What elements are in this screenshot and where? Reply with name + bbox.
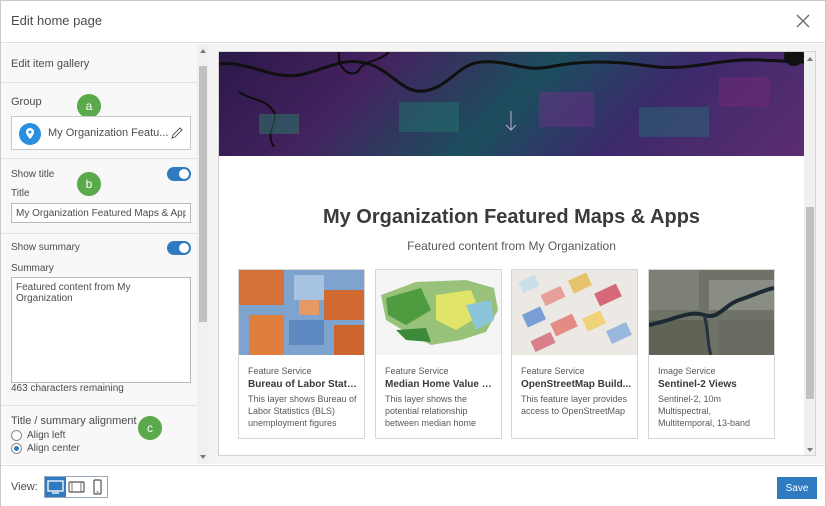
gallery-card[interactable]: Feature Service Median Home Value a... T…	[375, 269, 502, 439]
desktop-icon	[47, 480, 64, 494]
phone-view-button[interactable]	[87, 477, 108, 497]
align-center-label: Align center	[27, 443, 80, 454]
group-label: Group	[11, 96, 42, 108]
characters-remaining: 463 characters remaining	[11, 383, 124, 394]
radio-button-selected[interactable]	[11, 443, 22, 454]
divider	[1, 233, 197, 234]
title-input[interactable]	[11, 203, 191, 223]
callout-badge-c: c	[138, 416, 162, 440]
show-title-label: Show title	[11, 169, 55, 180]
card-type: Feature Service	[385, 366, 449, 376]
card-type: Feature Service	[248, 366, 312, 376]
scroll-down-arrow-icon[interactable]	[200, 455, 206, 459]
card-name[interactable]: Median Home Value a...	[385, 379, 495, 390]
show-summary-toggle[interactable]	[167, 241, 191, 255]
view-label: View:	[11, 481, 38, 493]
group-selector[interactable]: My Organization Featu...	[11, 116, 191, 150]
settings-panel: Edit item gallery Group a My Organizatio…	[1, 44, 209, 464]
phone-icon	[93, 479, 102, 495]
card-thumbnail	[239, 270, 364, 355]
gallery-card[interactable]: Image Service Sentinel-2 Views Sentinel-…	[648, 269, 775, 439]
pencil-icon[interactable]	[170, 126, 184, 140]
show-summary-label: Show summary	[11, 242, 80, 253]
panel-scrollbar[interactable]	[197, 44, 209, 464]
card-description: Sentinel-2, 10m Multispectral, Multitemp…	[658, 394, 751, 428]
radio-button[interactable]	[11, 430, 22, 441]
scroll-down-arrow-icon[interactable]	[807, 448, 813, 452]
align-left-label: Align left	[27, 430, 66, 441]
gallery-card[interactable]: Feature Service Bureau of Labor Statis..…	[238, 269, 365, 439]
gallery-title: My Organization Featured Maps & Apps	[322, 206, 701, 228]
desktop-view-button[interactable]	[45, 477, 66, 497]
callout-badge-b: b	[77, 172, 101, 196]
preview-scrollbar[interactable]	[804, 52, 815, 455]
gallery-subtitle: Featured content from My Organization	[407, 239, 616, 253]
card-name[interactable]: OpenStreetMap Build...	[521, 379, 631, 390]
card-thumbnail	[376, 270, 501, 355]
card-name[interactable]: Bureau of Labor Statis...	[248, 379, 358, 390]
save-button[interactable]: Save	[777, 477, 817, 499]
section-title: Edit item gallery	[11, 58, 90, 70]
card-thumbnail	[512, 270, 637, 355]
home-page-preview: My Organization Featured Maps & Apps Fea…	[218, 51, 816, 456]
scroll-up-arrow-icon[interactable]	[200, 49, 206, 53]
divider	[1, 82, 197, 83]
scroll-thumb[interactable]	[199, 66, 207, 322]
tablet-view-button[interactable]	[66, 477, 87, 497]
view-mode-selector	[44, 476, 108, 498]
group-icon	[19, 123, 41, 145]
dialog-header: Edit home page	[1, 1, 825, 43]
summary-textarea[interactable]: Featured content from My Organization	[11, 277, 191, 383]
title-label: Title	[11, 188, 30, 199]
alignment-label: Title / summary alignment	[11, 415, 137, 427]
edit-home-page-dialog: Edit home page Edit item gallery Group a…	[0, 0, 826, 506]
tablet-icon	[68, 481, 85, 493]
scroll-up-arrow-icon[interactable]	[807, 57, 813, 61]
scroll-thumb[interactable]	[806, 207, 814, 399]
gallery-card[interactable]: Feature Service OpenStreetMap Build... T…	[511, 269, 638, 439]
arrow-down-icon[interactable]	[505, 110, 517, 132]
dialog-title: Edit home page	[11, 13, 103, 28]
show-title-toggle[interactable]	[167, 167, 191, 181]
hero-map-image	[219, 52, 804, 148]
card-description: This layer shows the potential relations…	[385, 394, 477, 428]
hero-banner-map	[219, 52, 804, 156]
card-type: Image Service	[658, 366, 716, 376]
card-description: This feature layer provides access to Op…	[521, 394, 628, 416]
divider	[1, 405, 197, 406]
close-icon[interactable]	[793, 11, 813, 31]
group-name: My Organization Featu...	[48, 127, 169, 139]
card-type: Feature Service	[521, 366, 585, 376]
card-description: This layer shows Bureau of Labor Statist…	[248, 394, 357, 428]
dialog-footer: View: Save	[1, 465, 825, 506]
card-name[interactable]: Sentinel-2 Views	[658, 379, 768, 390]
callout-badge-a: a	[77, 94, 101, 118]
summary-label: Summary	[11, 263, 54, 274]
divider	[1, 158, 197, 159]
card-thumbnail	[649, 270, 774, 355]
